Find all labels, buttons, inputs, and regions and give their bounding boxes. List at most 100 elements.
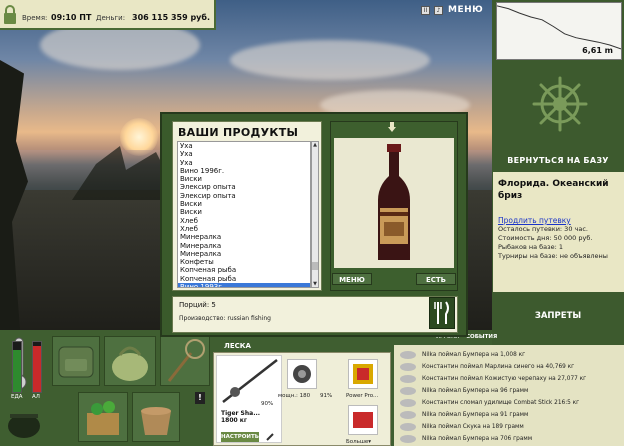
rod-condition: 90% — [261, 401, 274, 407]
product-item[interactable]: Элексир опыта — [178, 183, 310, 191]
fishing-line-icon — [353, 364, 373, 384]
product-item[interactable]: Вино 1996г. — [178, 167, 310, 175]
rod-slot[interactable]: Tiger Sha... 1800 кг НАСТРОИТЬ — [216, 355, 282, 443]
scroll-down-icon[interactable]: ▼ — [312, 281, 318, 287]
reel-slot[interactable] — [287, 359, 317, 389]
product-item[interactable]: Виски — [178, 208, 310, 216]
product-maker: Производство: russian fishing — [179, 315, 271, 322]
event-row: Константин поймал Кожистую черепаху на 2… — [394, 373, 624, 385]
product-item[interactable]: Уха — [178, 159, 310, 167]
bait-basket-icon — [87, 401, 119, 435]
event-text: Nilka поймал Бумпера на 96 грамм — [422, 388, 529, 394]
lure-slot[interactable] — [348, 405, 378, 435]
products-title: ВАШИ ПРОДУКТЫ — [178, 126, 299, 139]
product-preview — [334, 138, 454, 268]
fork-knife-icon — [434, 301, 449, 324]
fish-icon — [400, 375, 416, 383]
alcohol-gauge-label: АЛ — [32, 394, 40, 400]
product-item[interactable]: Минералка — [178, 250, 310, 258]
depth-line — [496, 5, 622, 50]
fish-icon — [400, 363, 416, 371]
scroll-up-icon[interactable]: ▲ — [312, 142, 318, 148]
food-gauge-fill — [13, 349, 21, 392]
products-scrollbar[interactable]: ▲ ▼ — [311, 141, 319, 288]
product-item[interactable]: Минералка — [178, 242, 310, 250]
scroll-thumb[interactable] — [312, 262, 318, 270]
ship-wheel-icon[interactable] — [532, 76, 588, 132]
menu-button-dialog[interactable]: МЕНЮ — [332, 273, 372, 285]
event-text: Nilka поймал Бумпера на 1,008 кг — [422, 352, 526, 358]
arrow-down-icon — [388, 122, 396, 132]
landing-net-icon — [167, 339, 205, 382]
reel-condition: 91% — [320, 393, 333, 399]
depth-value: 6,61 m — [582, 46, 613, 55]
sound-icon[interactable]: ♪ — [434, 6, 443, 15]
fish-icon — [400, 351, 416, 359]
event-text: Константин поймал Марлина синего на 40,7… — [422, 364, 575, 370]
bucket-slot[interactable] — [132, 392, 180, 442]
wine-bottle-icon — [378, 144, 410, 260]
pause-icon[interactable]: II — [421, 6, 430, 15]
fishing-rod-icon — [222, 359, 278, 403]
event-row: Константин поймал Марлина синего на 40,7… — [394, 361, 624, 373]
bans-button[interactable]: ЗАПРЕТЫ — [497, 311, 619, 321]
location-name: Флорида. Океанский бриз — [498, 179, 609, 201]
groundbait-slot[interactable] — [78, 392, 128, 442]
tune-button[interactable]: НАСТРОИТЬ — [221, 432, 259, 442]
product-details: Порций: 5 Производство: russian fishing — [172, 296, 458, 333]
return-to-base-button[interactable]: ВЕРНУТЬСЯ НА БАЗУ — [497, 156, 619, 165]
alcohol-gauge-fill — [33, 346, 41, 392]
events-tab[interactable]: СОБЫТИЯ — [466, 334, 497, 340]
bag-slot[interactable] — [104, 336, 156, 386]
product-item[interactable]: Хлеб — [178, 217, 310, 225]
fish-icon — [400, 399, 416, 407]
event-row: Nilka поймал Бумпера на 706 грамм — [394, 433, 624, 445]
eat-button[interactable]: ЕСТЬ — [416, 273, 456, 285]
time-label: Время: — [22, 14, 48, 22]
prolong-ticket-link[interactable]: Продлить путевку — [498, 216, 619, 225]
more-dropdown[interactable]: Больше▾ — [346, 439, 371, 445]
net-slot[interactable] — [160, 336, 210, 386]
event-text: Константин сломал удилище Combat Stick 2… — [422, 400, 580, 406]
product-item[interactable]: Элексир опыта — [178, 192, 310, 200]
cloud — [230, 40, 430, 80]
products-list[interactable]: Уха Уха Уха Вино 1996г. Виски Элексир опыта Эл… — [177, 141, 311, 288]
tournaments-status: Турниры на базе: не объявлены — [498, 252, 608, 260]
info-icon[interactable]: ! — [195, 392, 205, 404]
food-gauge — [12, 341, 22, 393]
event-text: Nilka поймал Бумпера на 706 грамм — [422, 436, 533, 442]
alcohol-gauge — [32, 341, 42, 393]
event-text: Nilka поймал Бумпера на 91 грамм — [422, 412, 529, 418]
backpack-icon — [58, 346, 94, 378]
lock-icon[interactable] — [3, 4, 17, 26]
status-bar: Время: 09:10 ПТ Деньги: 306 115 359 руб. — [0, 0, 216, 30]
location-info: Флорида. Океанский бриз Продлить путевку… — [493, 172, 624, 292]
game-screen: Время: 09:10 ПТ Деньги: 306 115 359 руб.… — [0, 0, 624, 446]
eat-action-button[interactable] — [429, 297, 455, 329]
bag-icon — [112, 346, 148, 381]
product-item[interactable]: Виски — [178, 200, 310, 208]
product-item[interactable]: Виски — [178, 175, 310, 183]
product-item[interactable]: Вино 1993г. — [178, 283, 310, 287]
product-item[interactable]: Копченая рыба — [178, 266, 310, 274]
backpack-slot[interactable] — [52, 336, 100, 386]
event-text: Nilka поймал Скука на 189 грамм — [422, 424, 524, 430]
line-tab[interactable]: ЛЕСКА — [224, 342, 251, 350]
product-item[interactable]: Копченая рыба — [178, 275, 310, 283]
anglers-count: Рыбаков на базе: 1 — [498, 243, 563, 251]
wrench-icon[interactable] — [265, 432, 277, 442]
event-row: Nilka поймал Бумпера на 91 грамм — [394, 409, 624, 421]
fish-icon — [400, 435, 416, 443]
cauldron-icon[interactable] — [4, 402, 44, 442]
product-item[interactable]: Хлеб — [178, 225, 310, 233]
product-item[interactable]: Уха — [178, 142, 310, 150]
rod-name: Tiger Sha... 1800 кг — [221, 410, 260, 424]
fish-icon — [400, 387, 416, 395]
tackle-panel: Tiger Sha... 1800 кг НАСТРОИТЬ 90% мощн.… — [213, 352, 391, 446]
day-cost: Стоимость дня: 50 000 руб. — [498, 234, 593, 242]
product-item[interactable]: Минералка — [178, 233, 310, 241]
line-slot[interactable] — [348, 359, 378, 389]
product-item[interactable]: Конфеты — [178, 258, 310, 266]
menu-button[interactable]: МЕНЮ — [448, 5, 483, 15]
product-item[interactable]: Уха — [178, 150, 310, 158]
